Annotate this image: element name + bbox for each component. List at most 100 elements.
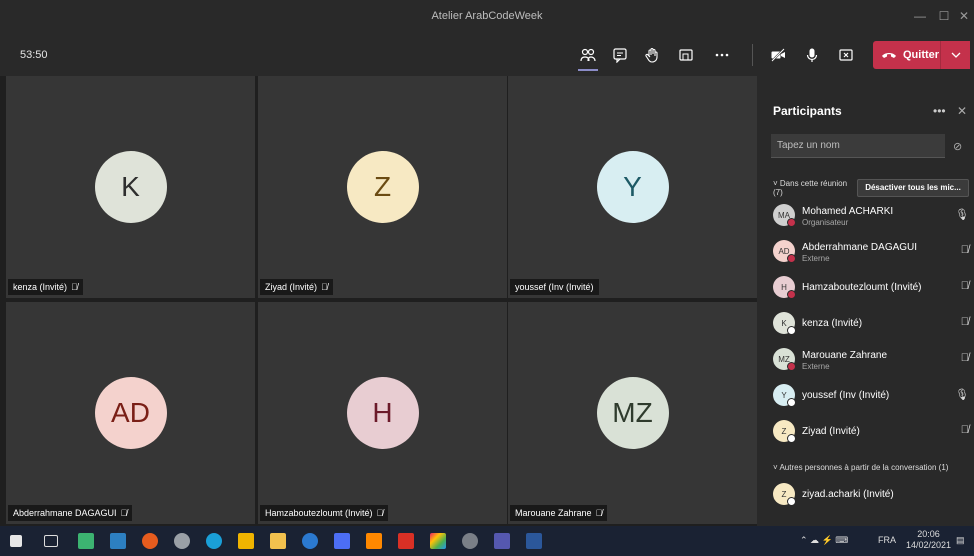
app-icon[interactable] — [462, 533, 478, 549]
app-icon[interactable] — [238, 533, 254, 549]
more-icon — [715, 53, 729, 57]
app-icon[interactable] — [334, 533, 350, 549]
avatar: Z — [346, 151, 419, 223]
participant-role: Externe — [802, 362, 830, 371]
start-icon[interactable] — [10, 535, 22, 547]
internet-explorer-icon[interactable] — [302, 533, 318, 549]
video-tile[interactable]: H Hamzaboutezloumt (Invité) 🎙̸ — [258, 302, 507, 524]
participant-row[interactable]: MZ Marouane Zahrane Externe 🎙̸ — [773, 346, 969, 376]
app-icon[interactable] — [430, 533, 446, 549]
hang-up-icon — [882, 53, 896, 58]
participant-row[interactable]: Z Ziyad (Invité) 🎙̸ — [773, 418, 969, 448]
participant-row[interactable]: Zziyad.acharki (Invité) — [773, 481, 969, 511]
language-indicator[interactable]: FRA — [878, 535, 896, 545]
leave-meeting-label: Quitter — [903, 49, 940, 61]
avatar: MZ — [596, 377, 669, 449]
firefox-icon[interactable] — [142, 533, 158, 549]
participant-name: Abderrahmane DAGAGUI — [13, 508, 117, 518]
video-tile[interactable]: Z Ziyad (Invité) 🎙̸ — [258, 76, 507, 298]
panel-close-icon[interactable]: ✕ — [957, 104, 967, 118]
windows-taskbar: ⌃ ☁ ⚡ ⌨ FRA 20:06 14/02/2021 ▤ — [0, 526, 974, 556]
chat-button[interactable] — [606, 42, 634, 68]
window-titlebar: Atelier ArabCodeWeek — ☐ ✕ — [0, 0, 974, 34]
mic-muted-icon: 🎙̸ — [595, 508, 603, 518]
section-count: (7) — [773, 188, 783, 197]
camera-toggle-button[interactable] — [764, 42, 792, 68]
participant-name-tag: Hamzaboutezloumt (Invité) 🎙̸ — [260, 505, 389, 521]
word-icon[interactable] — [526, 533, 542, 549]
breakout-rooms-button[interactable] — [672, 42, 700, 68]
app-icon[interactable] — [174, 533, 190, 549]
participant-name: Abderrahmane DAGAGUI — [802, 242, 918, 253]
microphone-toggle-button[interactable] — [798, 42, 826, 68]
mic-muted-icon: 🎙̸ — [71, 282, 78, 292]
participant-role: Organisateur — [802, 218, 849, 227]
video-tile[interactable]: AD Abderrahmane DAGAGUI 🎙̸ — [6, 302, 255, 524]
mic-muted-icon[interactable]: 🎙̸ — [961, 352, 969, 364]
video-tile[interactable]: Y youssef (Inv (Invité) — [508, 76, 757, 298]
file-explorer-icon[interactable] — [270, 533, 286, 549]
close-window-button[interactable]: ✕ — [952, 6, 974, 26]
participant-row[interactable]: H Hamzaboutezloumt (Invité) 🎙̸ — [773, 274, 969, 304]
participant-name: Ziyad (Invité) — [265, 282, 318, 292]
mic-muted-icon[interactable]: 🎙̸ — [961, 424, 969, 436]
chat-icon — [613, 48, 627, 63]
mic-muted-icon: 🎙̸ — [376, 508, 384, 518]
participants-button[interactable] — [574, 42, 602, 71]
participant-name: kenza (Invité) — [802, 318, 863, 329]
raise-hand-button[interactable] — [638, 42, 666, 68]
more-actions-button[interactable] — [708, 42, 736, 68]
participant-row[interactable]: Yyoussef (Inv (Invité) 🎙 — [773, 382, 969, 412]
avatar: AD — [94, 377, 167, 449]
notifications-icon[interactable]: ▤ — [956, 535, 965, 546]
presence-status-icon — [787, 326, 796, 335]
acrobat-icon[interactable] — [398, 533, 414, 549]
mute-all-button[interactable]: Désactiver tous les mic... — [857, 179, 969, 197]
share-screen-button[interactable] — [832, 42, 860, 68]
presence-status-icon — [787, 362, 796, 371]
video-gallery: K kenza (Invité) 🎙̸ Z Ziyad (Invité) 🎙̸ Y … — [0, 76, 757, 526]
section-others[interactable]: ˅ Autres personnes à partir de la conver… — [773, 463, 948, 472]
window-title: Atelier ArabCodeWeek — [431, 10, 543, 22]
share-screen-icon — [839, 49, 853, 61]
share-invite-icon[interactable]: ⊘ — [953, 140, 962, 153]
task-view-icon[interactable] — [44, 535, 58, 547]
participant-row[interactable]: Kkenza (Invité) 🎙̸ — [773, 310, 969, 340]
clock[interactable]: 20:06 14/02/2021 — [906, 529, 951, 551]
participant-row[interactable]: AD Abderrahmane DAGAGUI Externe 🎙̸ — [773, 238, 969, 268]
participant-search-input[interactable] — [771, 134, 945, 158]
participant-name-tag: Ziyad (Invité) 🎙̸ — [260, 279, 333, 295]
app-icon[interactable] — [78, 533, 94, 549]
avatar: Y — [596, 151, 669, 223]
panel-more-icon[interactable]: ••• — [933, 104, 946, 118]
mic-muted-icon[interactable]: 🎙̸ — [961, 280, 969, 292]
vlc-icon[interactable] — [366, 533, 382, 549]
participant-name: Hamzaboutezloumt (Invité) — [802, 282, 922, 293]
leave-options-dropdown[interactable] — [940, 41, 970, 69]
minimize-button[interactable]: — — [908, 6, 932, 26]
avatar: K — [94, 151, 167, 223]
mic-muted-icon[interactable]: 🎙̸ — [961, 244, 969, 256]
meeting-timer: 53:50 — [20, 49, 48, 61]
presence-status-icon — [787, 434, 796, 443]
edge-icon[interactable] — [206, 533, 222, 549]
participant-name: Ziyad (Invité) — [802, 426, 860, 437]
presence-status-icon — [787, 290, 796, 299]
participant-role: Externe — [802, 254, 830, 263]
video-tile[interactable]: MZ Marouane Zahrane 🎙̸ — [508, 302, 757, 524]
rooms-icon — [679, 49, 693, 61]
mic-muted-icon[interactable]: 🎙̸ — [961, 316, 969, 328]
participant-name: youssef (Inv (Invité) — [515, 282, 594, 292]
participant-name: Mohamed ACHARKI — [802, 206, 894, 217]
tray-icons[interactable]: ⌃ ☁ ⚡ ⌨ — [800, 535, 848, 546]
mic-on-icon[interactable]: 🎙 — [955, 388, 969, 401]
chevron-down-icon — [951, 52, 960, 58]
participant-name: kenza (Invité) — [13, 282, 68, 292]
teams-icon[interactable] — [494, 533, 510, 549]
clock-date: 14/02/2021 — [906, 540, 952, 550]
mic-on-icon[interactable]: 🎙 — [955, 208, 969, 221]
section-in-meeting[interactable]: ˅ Dans cette réunion (7) — [773, 179, 847, 197]
app-icon[interactable] — [110, 533, 126, 549]
participant-row[interactable]: MA Mohamed ACHARKI Organisateur 🎙 — [773, 202, 969, 232]
video-tile[interactable]: K kenza (Invité) 🎙̸ — [6, 76, 255, 298]
